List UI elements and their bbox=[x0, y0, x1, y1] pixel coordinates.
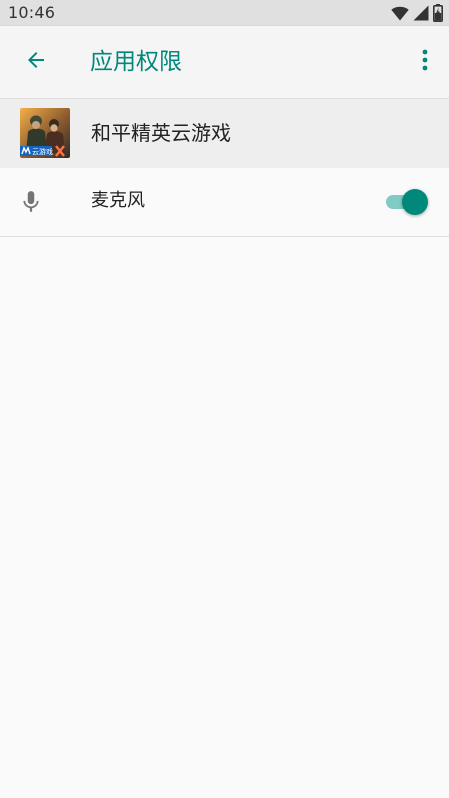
toggle-thumb bbox=[402, 189, 428, 215]
battery-icon bbox=[433, 4, 443, 22]
permission-label: 麦克风 bbox=[91, 190, 145, 211]
status-time: 10:46 bbox=[8, 3, 56, 22]
permission-row-microphone[interactable]: 麦克风 bbox=[0, 168, 449, 237]
app-icon-badge-text: 云游戏 bbox=[32, 147, 53, 156]
status-icons bbox=[391, 4, 443, 22]
arrow-back-icon bbox=[24, 48, 48, 76]
wifi-icon bbox=[391, 6, 409, 21]
app-bar: 应用权限 bbox=[0, 26, 449, 98]
app-icon: 云游戏 bbox=[20, 108, 70, 158]
microphone-icon bbox=[18, 188, 44, 216]
app-header: 云游戏 和平精英云游戏 bbox=[0, 99, 449, 168]
page-title: 应用权限 bbox=[90, 49, 182, 75]
more-options-button[interactable] bbox=[405, 38, 445, 86]
app-name: 和平精英云游戏 bbox=[91, 121, 231, 145]
back-button[interactable] bbox=[12, 38, 60, 86]
more-vert-icon bbox=[422, 49, 428, 75]
cellular-signal-icon bbox=[413, 5, 429, 21]
status-bar: 10:46 bbox=[0, 0, 449, 26]
microphone-toggle[interactable] bbox=[384, 188, 430, 216]
